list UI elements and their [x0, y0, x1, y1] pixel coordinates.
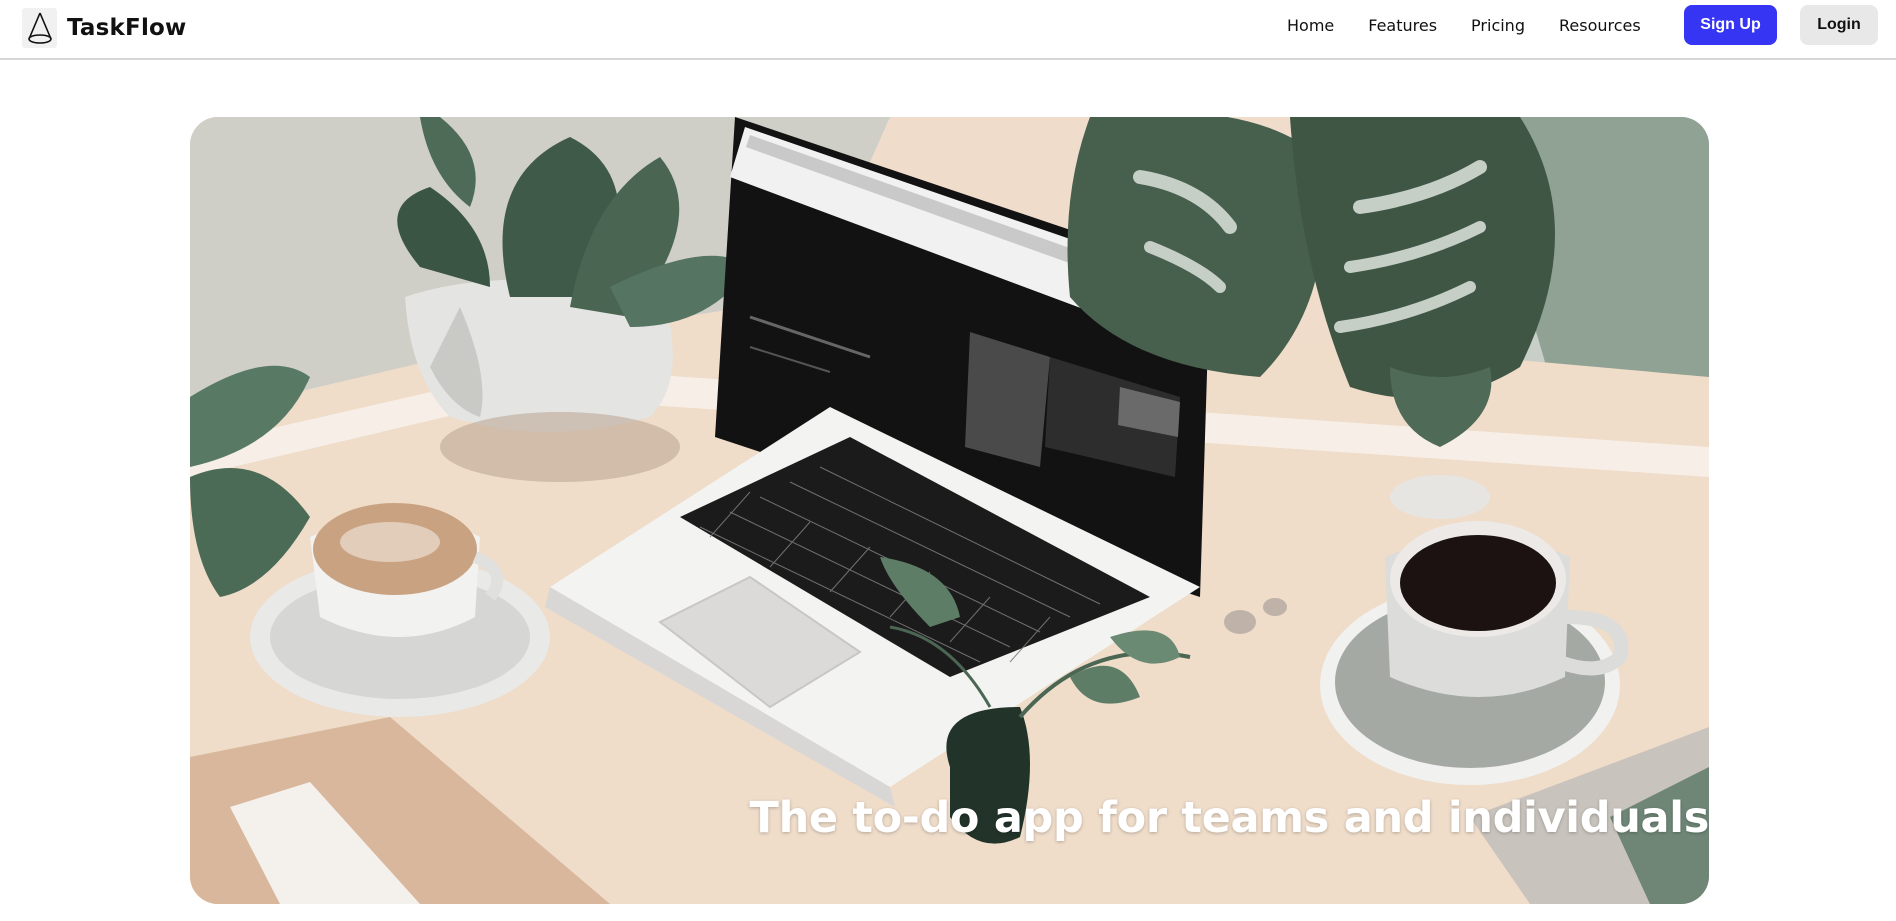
cone-logo-icon [22, 8, 57, 48]
brand[interactable]: TaskFlow [22, 6, 186, 50]
signup-button[interactable]: Sign Up [1684, 5, 1777, 45]
main-nav: Home Features Pricing Resources [1270, 0, 1658, 50]
top-navbar: TaskFlow Home Features Pricing Resources… [0, 0, 1896, 60]
nav-link-features[interactable]: Features [1351, 16, 1454, 35]
hero-illustration [190, 117, 1709, 904]
login-button[interactable]: Login [1800, 5, 1878, 45]
brand-name: TaskFlow [67, 15, 187, 41]
hero-banner: The to-do app for teams and individuals [190, 117, 1709, 904]
nav-link-resources[interactable]: Resources [1542, 16, 1658, 35]
nav-link-home[interactable]: Home [1270, 16, 1351, 35]
hero-headline: The to-do app for teams and individuals [749, 793, 1709, 843]
nav-link-pricing[interactable]: Pricing [1454, 16, 1542, 35]
